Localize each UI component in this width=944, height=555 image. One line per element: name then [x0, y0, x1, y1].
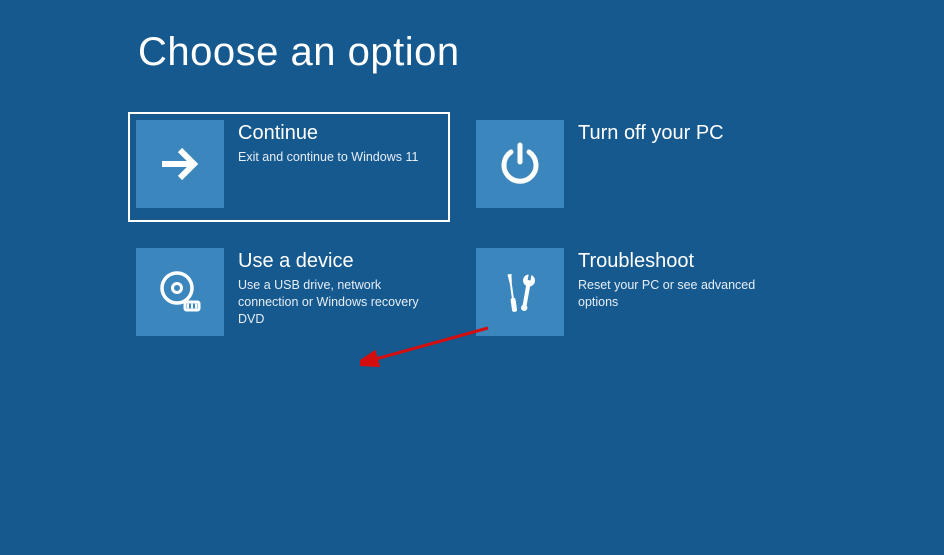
option-turn-off-pc[interactable]: Turn off your PC	[470, 114, 788, 220]
option-text: Continue Exit and continue to Windows 11	[224, 117, 445, 166]
disc-usb-icon	[136, 248, 224, 336]
option-use-a-device[interactable]: Use a device Use a USB drive, network co…	[130, 242, 448, 348]
option-title: Continue	[238, 121, 439, 145]
tools-icon	[476, 248, 564, 336]
option-title: Use a device	[238, 249, 439, 273]
option-text: Use a device Use a USB drive, network co…	[224, 245, 445, 328]
option-continue[interactable]: Continue Exit and continue to Windows 11	[130, 114, 448, 220]
option-troubleshoot[interactable]: Troubleshoot Reset your PC or see advanc…	[470, 242, 788, 348]
option-desc: Exit and continue to Windows 11	[238, 149, 439, 166]
option-desc: Reset your PC or see advanced options	[578, 277, 779, 311]
option-text: Troubleshoot Reset your PC or see advanc…	[564, 245, 785, 311]
option-list: Continue Exit and continue to Windows 11…	[130, 114, 850, 348]
option-title: Troubleshoot	[578, 249, 779, 273]
power-icon	[476, 120, 564, 208]
option-text: Turn off your PC	[564, 117, 785, 149]
option-desc: Use a USB drive, network connection or W…	[238, 277, 439, 328]
option-title: Turn off your PC	[578, 121, 779, 145]
arrow-right-icon	[136, 120, 224, 208]
page-title: Choose an option	[138, 30, 460, 75]
